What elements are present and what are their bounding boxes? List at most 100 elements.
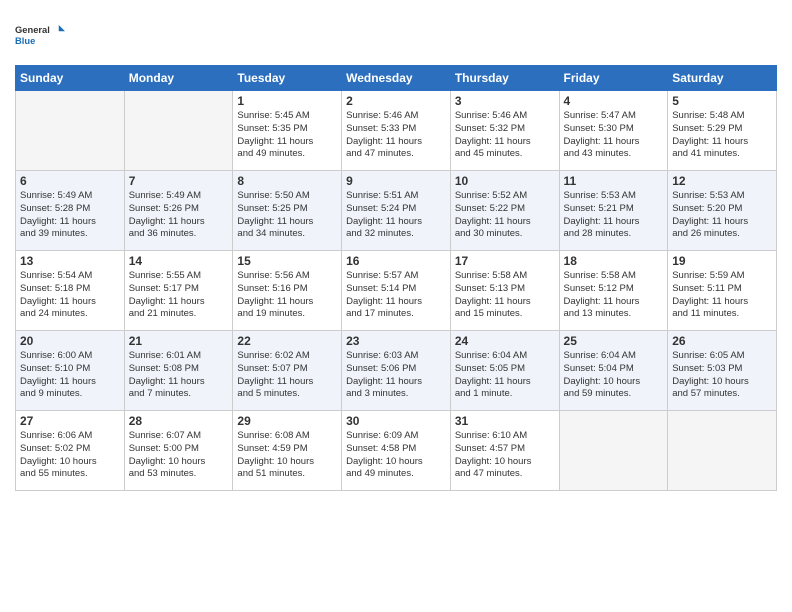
day-number: 2 [346, 94, 446, 108]
day-info: Sunrise: 6:08 AM Sunset: 4:59 PM Dayligh… [237, 430, 337, 481]
calendar-page: General Blue SundayMondayTuesdayWednesda… [0, 0, 792, 612]
calendar-day-cell: 23 Sunrise: 6:03 AM Sunset: 5:06 PM Dayli… [342, 331, 451, 411]
day-number: 1 [237, 94, 337, 108]
calendar-day-cell: 22Sunrise: 6:02 AM Sunset: 5:07 PM Dayli… [233, 331, 342, 411]
day-number: 31 [455, 414, 555, 428]
calendar-week-row: 20 Sunrise: 6:00 AM Sunset: 5:10 PM Dayli… [16, 331, 777, 411]
calendar-day-cell: 28Sunrise: 6:07 AM Sunset: 5:00 PM Dayli… [124, 411, 233, 491]
calendar-day-cell: 26Sunrise: 6:05 AM Sunset: 5:03 PM Dayli… [668, 331, 777, 411]
day-info: Sunrise: 5:56 AM Sunset: 5:16 PM Dayligh… [237, 270, 337, 321]
calendar-day-cell: 15 Sunrise: 5:56 AM Sunset: 5:16 PM Dayli… [233, 251, 342, 331]
day-number: 15 [237, 254, 337, 268]
logo-container: General Blue [15, 15, 65, 55]
calendar-day-cell: 3 Sunrise: 5:46 AM Sunset: 5:32 PM Daylig… [450, 91, 559, 171]
calendar-day-cell: 6Sunrise: 5:49 AM Sunset: 5:28 PM Daylig… [16, 171, 125, 251]
day-number: 13 [20, 254, 120, 268]
day-info: Sunrise: 5:59 AM Sunset: 5:11 PM Dayligh… [672, 270, 772, 321]
calendar-table: SundayMondayTuesdayWednesdayThursdayFrid… [15, 65, 777, 491]
day-number: 17 [455, 254, 555, 268]
calendar-day-cell: 29Sunrise: 6:08 AM Sunset: 4:59 PM Dayli… [233, 411, 342, 491]
calendar-day-cell [559, 411, 668, 491]
calendar-day-cell: 10Sunrise: 5:52 AM Sunset: 5:22 PM Dayli… [450, 171, 559, 251]
calendar-day-cell: 18 Sunrise: 5:58 AM Sunset: 5:12 PM Dayli… [559, 251, 668, 331]
calendar-day-cell: 16 Sunrise: 5:57 AM Sunset: 5:14 PM Dayli… [342, 251, 451, 331]
day-number: 4 [564, 94, 664, 108]
weekday-header-thursday: Thursday [450, 66, 559, 91]
calendar-day-cell: 5 Sunrise: 5:48 AM Sunset: 5:29 PM Daylig… [668, 91, 777, 171]
calendar-day-cell [668, 411, 777, 491]
calendar-day-cell: 9Sunrise: 5:51 AM Sunset: 5:24 PM Daylig… [342, 171, 451, 251]
calendar-day-cell: 1 Sunrise: 5:45 AM Sunset: 5:35 PM Daylig… [233, 91, 342, 171]
day-number: 11 [564, 174, 664, 188]
calendar-day-cell: 21 Sunrise: 6:01 AM Sunset: 5:08 PM Dayli… [124, 331, 233, 411]
calendar-week-row: 1 Sunrise: 5:45 AM Sunset: 5:35 PM Daylig… [16, 91, 777, 171]
calendar-week-row: 13 Sunrise: 5:54 AM Sunset: 5:18 PM Dayli… [16, 251, 777, 331]
day-info: Sunrise: 5:46 AM Sunset: 5:32 PM Dayligh… [455, 110, 555, 161]
calendar-week-row: 6Sunrise: 5:49 AM Sunset: 5:28 PM Daylig… [16, 171, 777, 251]
day-number: 28 [129, 414, 229, 428]
day-info: Sunrise: 5:54 AM Sunset: 5:18 PM Dayligh… [20, 270, 120, 321]
calendar-day-cell: 25Sunrise: 6:04 AM Sunset: 5:04 PM Dayli… [559, 331, 668, 411]
day-info: Sunrise: 5:47 AM Sunset: 5:30 PM Dayligh… [564, 110, 664, 161]
day-info: Sunrise: 5:57 AM Sunset: 5:14 PM Dayligh… [346, 270, 446, 321]
day-info: Sunrise: 5:55 AM Sunset: 5:17 PM Dayligh… [129, 270, 229, 321]
day-info: Sunrise: 5:48 AM Sunset: 5:29 PM Dayligh… [672, 110, 772, 161]
weekday-header-row: SundayMondayTuesdayWednesdayThursdayFrid… [16, 66, 777, 91]
calendar-day-cell: 27 Sunrise: 6:06 AM Sunset: 5:02 PM Dayli… [16, 411, 125, 491]
calendar-day-cell [16, 91, 125, 171]
day-info: Sunrise: 6:10 AM Sunset: 4:57 PM Dayligh… [455, 430, 555, 481]
day-info: Sunrise: 5:45 AM Sunset: 5:35 PM Dayligh… [237, 110, 337, 161]
day-number: 5 [672, 94, 772, 108]
calendar-day-cell: 24 Sunrise: 6:04 AM Sunset: 5:05 PM Dayli… [450, 331, 559, 411]
day-number: 25 [564, 334, 664, 348]
svg-text:Blue: Blue [15, 36, 35, 46]
day-number: 20 [20, 334, 120, 348]
day-info: Sunrise: 5:58 AM Sunset: 5:12 PM Dayligh… [564, 270, 664, 321]
day-number: 3 [455, 94, 555, 108]
day-info: Sunrise: 5:58 AM Sunset: 5:13 PM Dayligh… [455, 270, 555, 321]
day-number: 27 [20, 414, 120, 428]
day-info: Sunrise: 5:53 AM Sunset: 5:21 PM Dayligh… [564, 190, 664, 241]
svg-text:General: General [15, 25, 50, 35]
calendar-day-cell: 17 Sunrise: 5:58 AM Sunset: 5:13 PM Dayli… [450, 251, 559, 331]
calendar-day-cell: 14 Sunrise: 5:55 AM Sunset: 5:17 PM Dayli… [124, 251, 233, 331]
day-info: Sunrise: 5:50 AM Sunset: 5:25 PM Dayligh… [237, 190, 337, 241]
day-info: Sunrise: 6:06 AM Sunset: 5:02 PM Dayligh… [20, 430, 120, 481]
calendar-day-cell: 2Sunrise: 5:46 AM Sunset: 5:33 PM Daylig… [342, 91, 451, 171]
logo: General Blue [15, 15, 65, 55]
day-number: 21 [129, 334, 229, 348]
calendar-day-cell: 7 Sunrise: 5:49 AM Sunset: 5:26 PM Daylig… [124, 171, 233, 251]
calendar-day-cell: 4 Sunrise: 5:47 AM Sunset: 5:30 PM Daylig… [559, 91, 668, 171]
day-number: 24 [455, 334, 555, 348]
calendar-day-cell: 19Sunrise: 5:59 AM Sunset: 5:11 PM Dayli… [668, 251, 777, 331]
day-info: Sunrise: 5:49 AM Sunset: 5:26 PM Dayligh… [129, 190, 229, 241]
day-info: Sunrise: 5:51 AM Sunset: 5:24 PM Dayligh… [346, 190, 446, 241]
day-number: 8 [237, 174, 337, 188]
day-info: Sunrise: 6:01 AM Sunset: 5:08 PM Dayligh… [129, 350, 229, 401]
weekday-header-saturday: Saturday [668, 66, 777, 91]
day-info: Sunrise: 6:03 AM Sunset: 5:06 PM Dayligh… [346, 350, 446, 401]
logo-svg: General Blue [15, 15, 65, 55]
day-number: 22 [237, 334, 337, 348]
day-info: Sunrise: 5:53 AM Sunset: 5:20 PM Dayligh… [672, 190, 772, 241]
day-number: 14 [129, 254, 229, 268]
weekday-header-monday: Monday [124, 66, 233, 91]
day-info: Sunrise: 6:05 AM Sunset: 5:03 PM Dayligh… [672, 350, 772, 401]
day-number: 23 [346, 334, 446, 348]
day-number: 30 [346, 414, 446, 428]
weekday-header-friday: Friday [559, 66, 668, 91]
calendar-day-cell: 20 Sunrise: 6:00 AM Sunset: 5:10 PM Dayli… [16, 331, 125, 411]
weekday-header-tuesday: Tuesday [233, 66, 342, 91]
weekday-header-sunday: Sunday [16, 66, 125, 91]
day-info: Sunrise: 6:00 AM Sunset: 5:10 PM Dayligh… [20, 350, 120, 401]
calendar-day-cell: 11 Sunrise: 5:53 AM Sunset: 5:21 PM Dayli… [559, 171, 668, 251]
calendar-day-cell: 31 Sunrise: 6:10 AM Sunset: 4:57 PM Dayli… [450, 411, 559, 491]
calendar-week-row: 27 Sunrise: 6:06 AM Sunset: 5:02 PM Dayli… [16, 411, 777, 491]
calendar-day-cell [124, 91, 233, 171]
day-info: Sunrise: 5:52 AM Sunset: 5:22 PM Dayligh… [455, 190, 555, 241]
day-number: 18 [564, 254, 664, 268]
day-info: Sunrise: 6:04 AM Sunset: 5:05 PM Dayligh… [455, 350, 555, 401]
day-number: 7 [129, 174, 229, 188]
day-number: 16 [346, 254, 446, 268]
calendar-day-cell: 13 Sunrise: 5:54 AM Sunset: 5:18 PM Dayli… [16, 251, 125, 331]
